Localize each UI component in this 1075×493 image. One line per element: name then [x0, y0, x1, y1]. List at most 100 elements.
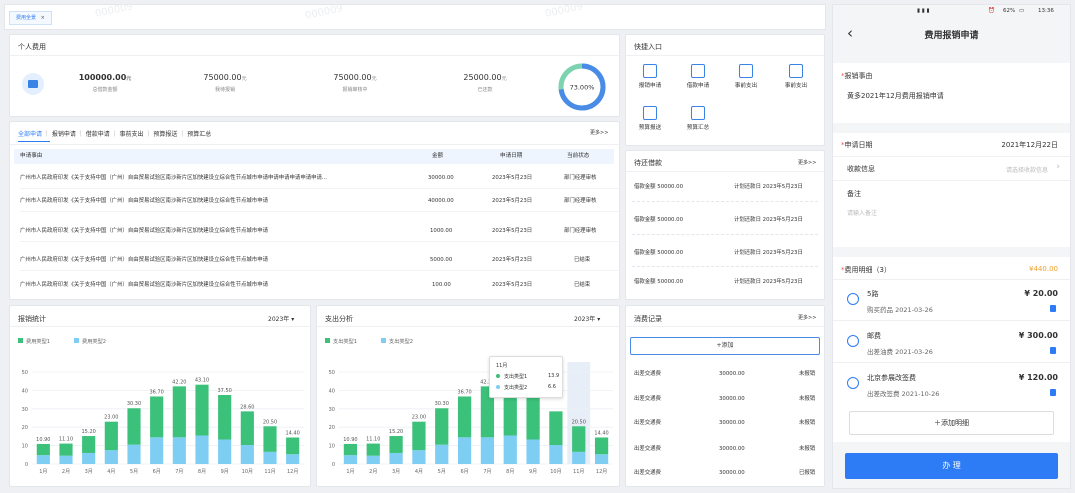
quick-reimburse-apply[interactable]: 报销申请: [630, 64, 670, 89]
reason-field[interactable]: 黄多2021年12月费用报销申请: [847, 91, 944, 101]
add-record-button[interactable]: +添加: [630, 337, 820, 355]
x-tick-label: 8月: [198, 469, 206, 475]
data-label: 20.50: [572, 419, 586, 425]
data-label: 42.20: [172, 379, 186, 385]
detail-item[interactable]: 北京参展改签费 出差改签费 2021-10-26 ¥ 120.00: [833, 365, 1070, 405]
x-tick-label: 4月: [415, 469, 423, 475]
delete-icon[interactable]: [1050, 389, 1056, 396]
bar-费用类型1: [172, 386, 186, 438]
data-label: 14.40: [286, 431, 300, 437]
payee-row[interactable]: 收款信息 请选择收款信息 ›: [833, 157, 1070, 181]
mobile-preview: ▮ ▮ ▮ ⏰ 62% ▭ 13:36 ‹ 费用报销申请 *报销事由 黄多202…: [832, 4, 1071, 489]
status-bar: ▮ ▮ ▮ ⏰ 62% ▭ 13:36: [833, 5, 1070, 19]
tab-all-applications[interactable]: 全部申请: [18, 131, 42, 138]
payee-select[interactable]: 请选择收款信息: [1006, 165, 1048, 174]
tab-loan-applications[interactable]: 借款申请: [86, 131, 110, 138]
list-item[interactable]: 出差交通费 30000.00 已报销: [634, 465, 824, 481]
year-select[interactable]: 2023年 ▾: [268, 314, 294, 323]
tab-budget-summary[interactable]: 预算汇总: [187, 131, 211, 138]
data-label: 11.10: [366, 437, 380, 443]
watermark: 000009: [94, 1, 134, 20]
more-link[interactable]: 更多>>: [590, 129, 608, 136]
delete-icon[interactable]: [1050, 347, 1056, 354]
bar-支出类型2: [457, 437, 472, 464]
more-link[interactable]: 更多>>: [798, 314, 816, 321]
quick-prior-expense-1[interactable]: 事前支出: [726, 64, 766, 89]
x-tick-label: 10月: [550, 469, 561, 475]
list-item[interactable]: 借款金额 50000.00 计划还款日 2023年5月23日: [634, 179, 824, 195]
list-item[interactable]: 借款金额 50000.00 计划还款日 2023年5月23日: [634, 212, 824, 228]
close-icon[interactable]: ×: [41, 15, 45, 21]
detail-item[interactable]: 邮费 出差油费 2021-03-26 ¥ 300.00: [833, 323, 1070, 363]
year-select[interactable]: 2023年 ▾: [574, 314, 600, 323]
x-tick-label: 2月: [62, 469, 70, 475]
repaid-label: 已还款: [477, 87, 493, 93]
y-tick-label: 0: [332, 462, 335, 468]
x-tick-label: 12月: [287, 469, 298, 475]
apply-date-row[interactable]: *申请日期 2021年12月22日: [833, 133, 1070, 157]
quick-budget-submit[interactable]: 预算报送: [630, 106, 670, 131]
note-input[interactable]: 请输入备注: [847, 208, 877, 217]
x-tick-label: 2月: [369, 469, 377, 475]
bar-支出类型1: [366, 443, 380, 456]
pending-reimburse-value: 75000.00: [203, 73, 242, 82]
list-item[interactable]: 出差交通费 30000.00 未报销: [634, 391, 824, 407]
reason-section[interactable]: *报销事由 黄多2021年12月费用报销申请: [833, 63, 1070, 123]
y-tick-label: 0: [25, 462, 28, 468]
tab-expense-overview[interactable]: 费用全景 ×: [9, 11, 52, 25]
bar-支出类型2: [526, 439, 540, 464]
bar-费用类型1: [36, 443, 50, 456]
list-item[interactable]: 借款金额 50000.00 计划还款日 2023年5月23日: [634, 274, 824, 290]
table-row[interactable]: 广州市人民政府印发《关于支持中国（广州）自由贸易试验区南沙新片区加快建设立综合性…: [20, 220, 620, 242]
x-tick-label: 5月: [438, 469, 446, 475]
note-section[interactable]: 备注 请输入备注: [833, 181, 1070, 247]
tab-prior-expense[interactable]: 事前支出: [120, 131, 144, 138]
x-tick-label: 9月: [529, 469, 537, 475]
list-item[interactable]: 借款金额 50000.00 计划还款日 2023年5月23日: [634, 245, 824, 261]
list-item[interactable]: 出差交通费 30000.00 未报销: [634, 366, 824, 382]
legend-label: 支出类型2: [389, 337, 413, 345]
table-row[interactable]: 广州市人民政府印发《关于支持中国（广州）自由贸易试验区南沙新片区加快建设立综合性…: [20, 249, 620, 271]
detail-total: ¥440.00: [1029, 265, 1058, 273]
y-tick-label: 10: [329, 444, 335, 450]
tab-reimburse-applications[interactable]: 报销申请: [52, 131, 76, 138]
list-item[interactable]: 出差交通费 30000.00 未报销: [634, 441, 824, 457]
quick-entry-panel: 快捷入口 报销申请 借款申请 事前支出 事前支出 预算报送 预算汇总: [625, 34, 825, 146]
receipt-icon: [847, 377, 859, 389]
total-loan-label: 总借款金额: [92, 87, 118, 93]
quick-loan-apply[interactable]: 借款申请: [678, 64, 718, 89]
under-review-value: 75000.00: [333, 73, 372, 82]
detail-item[interactable]: 5路 购买药品 2021-03-26 ¥ 20.00: [833, 281, 1070, 321]
table-row[interactable]: 广州市人民政府印发《关于支持中国（广州）自由贸易试验区南沙新片区加快建设立综合性…: [20, 190, 620, 212]
reimburse-stats-panel: 报销统计 2023年 ▾ 费用类型1 费用类型2 0 10 20 30 40 50 10.90 1…: [9, 305, 311, 487]
tab-budget-submit[interactable]: 预算报送: [153, 131, 177, 138]
more-link[interactable]: 更多>>: [798, 159, 816, 166]
bar-支出类型1: [526, 395, 540, 440]
add-detail-button[interactable]: ＋添加明细: [849, 411, 1054, 435]
table-row[interactable]: 广州市人民政府印发《关于支持中国（广州）自由贸易试验区南沙新片区加快建设立综合性…: [20, 274, 620, 296]
bar-支出类型1: [412, 421, 426, 451]
data-label: 15.20: [82, 429, 96, 435]
applications-panel: 全部申请 ｜ 报销申请 ｜ 借款申请 ｜ 事前支出 ｜ 预算报送 ｜ 预算汇总 …: [9, 121, 620, 300]
list-item[interactable]: 出差交通费 30000.00 未报销: [634, 415, 824, 431]
submit-button[interactable]: 办 理: [845, 453, 1058, 479]
delete-icon[interactable]: [1050, 305, 1056, 312]
y-tick-label: 30: [329, 407, 335, 413]
x-tick-label: 3月: [85, 469, 93, 475]
document-icon: [643, 64, 657, 78]
table-row[interactable]: 广州市人民政府印发《关于支持中国（广州）自由贸易试验区南沙新片区加快建设立综合性…: [20, 167, 620, 189]
bar-费用类型1: [104, 421, 118, 451]
panel-title: 个人费用: [18, 43, 46, 51]
bar-费用类型1: [263, 426, 277, 452]
y-tick-label: 50: [329, 370, 335, 376]
legend-label: 费用类型2: [82, 337, 106, 345]
y-tick-label: 20: [329, 425, 335, 431]
legend-swatch: [74, 338, 79, 343]
quick-budget-summary[interactable]: 预算汇总: [678, 106, 718, 131]
bar-支出类型2: [435, 444, 449, 464]
watermark: 000009: [544, 1, 584, 20]
bar-支出类型2: [503, 435, 517, 464]
document-icon: [691, 106, 705, 120]
bar-支出类型1: [594, 437, 609, 455]
quick-prior-expense-2[interactable]: 事前支出: [776, 64, 816, 89]
